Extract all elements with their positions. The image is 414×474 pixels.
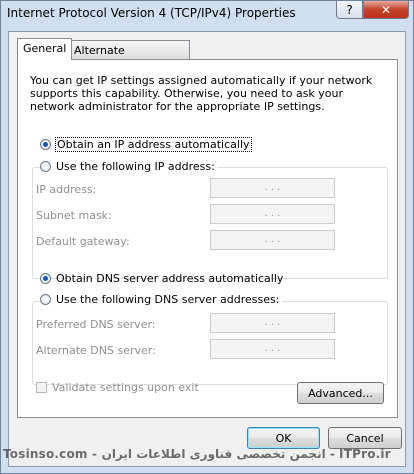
cancel-button[interactable]: Cancel (328, 427, 402, 449)
validate-checkbox (36, 382, 47, 393)
default-gateway-dots: . . . (264, 234, 281, 245)
dns-auto-radio-row[interactable]: Obtain DNS server address automatically (40, 272, 283, 285)
validate-checkbox-row: Validate settings upon exit (36, 381, 199, 394)
ok-button[interactable]: OK (247, 427, 320, 449)
help-button[interactable]: ? (336, 1, 363, 19)
dialog-client-area: General Alternate Configuration You can … (8, 31, 406, 467)
subnet-mask-input: . . . (210, 204, 335, 224)
ip-address-label: IP address: (36, 183, 97, 196)
default-gateway-label: Default gateway: (36, 235, 130, 248)
ip-auto-radio[interactable] (40, 139, 51, 150)
dns-manual-radio[interactable] (40, 294, 51, 305)
alternate-dns-dots: . . . (264, 343, 281, 354)
preferred-dns-label: Preferred DNS server: (36, 318, 156, 331)
alternate-dns-input: . . . (210, 339, 335, 359)
alternate-dns-label: Alternate DNS server: (36, 344, 156, 357)
preferred-dns-input: . . . (210, 313, 335, 333)
tab-general[interactable]: General (17, 38, 73, 60)
dns-auto-label: Obtain DNS server address automatically (56, 272, 284, 285)
window-title: Internet Protocol Version 4 (TCP/IPv4) P… (7, 6, 296, 20)
description-text: You can get IP settings assigned automat… (30, 74, 373, 113)
close-icon: ✕ (380, 2, 392, 17)
dialog-window: Internet Protocol Version 4 (TCP/IPv4) P… (0, 0, 414, 474)
ip-address-input: . . . (210, 178, 335, 198)
dns-auto-radio[interactable] (40, 273, 51, 284)
preferred-dns-dots: . . . (264, 317, 281, 328)
ip-manual-radio[interactable] (40, 161, 51, 172)
watermark-text: Tosinso.com - انجمن تخصصی فناوری اطلاعات… (3, 447, 391, 461)
ip-address-dots: . . . (264, 182, 281, 193)
close-button[interactable]: ✕ (363, 1, 409, 19)
ip-manual-label: Use the following IP address: (56, 160, 215, 173)
subnet-mask-dots: . . . (264, 208, 281, 219)
default-gateway-input: . . . (210, 230, 335, 250)
help-icon: ? (346, 2, 353, 17)
subnet-mask-label: Subnet mask: (36, 209, 112, 222)
ip-manual-radio-row[interactable]: Use the following IP address: (40, 160, 218, 173)
general-tab-panel: You can get IP settings assigned automat… (17, 59, 398, 418)
advanced-button[interactable]: Advanced... (297, 382, 384, 404)
dns-manual-label: Use the following DNS server addresses: (56, 293, 280, 306)
ip-auto-radio-row[interactable]: Obtain an IP address automatically (40, 137, 252, 152)
title-bar[interactable]: Internet Protocol Version 4 (TCP/IPv4) P… (1, 1, 413, 27)
dns-manual-radio-row[interactable]: Use the following DNS server addresses: (40, 293, 283, 306)
validate-label: Validate settings upon exit (52, 381, 199, 394)
ip-auto-label: Obtain an IP address automatically (55, 137, 252, 152)
tab-alternate-configuration[interactable]: Alternate Configuration (68, 40, 190, 76)
